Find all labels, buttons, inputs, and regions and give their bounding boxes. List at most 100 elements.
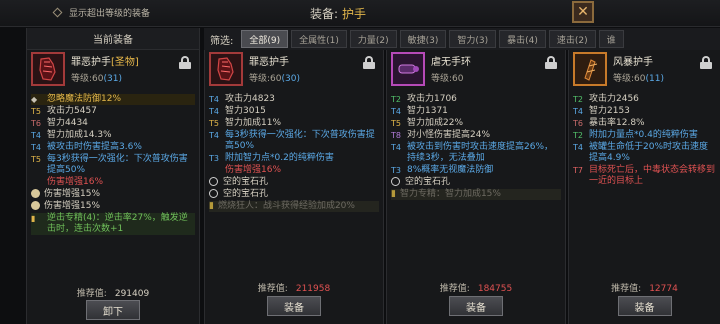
lock-icon[interactable] xyxy=(179,56,191,69)
top-bar: 显示超出等级的装备 装备: 护手 ✕ xyxy=(0,0,720,27)
item-level-prefix: 等级:60 xyxy=(249,74,282,84)
stat-value: 智力2153 xyxy=(589,106,630,116)
item-recommend-label: 推荐值: xyxy=(257,284,288,294)
stat-row: ◆ 忽略魔法防御12% xyxy=(31,94,195,105)
seal-row: ▮ 逆击专精(4)：逆击率27%，触发逆击时，连击次数+1 xyxy=(31,213,195,235)
stat-row: T4 被攻击时伤害提高3.6% xyxy=(31,142,195,153)
stat-row: T4 智力加成14.3% xyxy=(31,130,195,141)
page-title-slot: 护手 xyxy=(342,7,367,21)
seal-value: 智力专精：智力加成15% xyxy=(399,189,501,199)
filter-tab[interactable]: 敏捷(3) xyxy=(399,30,447,48)
gauntlet-icon[interactable] xyxy=(31,52,65,86)
item-recommend: 推荐值: 12774 xyxy=(569,281,720,294)
seal-row: ▮ 智力专精：智力加成15% xyxy=(391,189,561,200)
stat-row: T4 智力3015 xyxy=(209,106,379,117)
filter-tab[interactable]: 智力(3) xyxy=(449,30,497,48)
item-recommend-label: 推荐值: xyxy=(439,284,470,294)
stat-value: 被攻击到伤害时攻击速度提高26%，持续3秒，无法叠加 xyxy=(407,142,554,163)
stat-value: 智力加成22% xyxy=(407,118,464,128)
stat-value: 智力3015 xyxy=(225,106,266,116)
socket-row: 空的宝石孔 xyxy=(209,189,379,200)
stat-row: T5 每3秒获得一次强化：下次普攻伤害提高50% xyxy=(31,154,195,176)
filter-tab[interactable]: 力量(2) xyxy=(349,30,397,48)
stat-row: T2 攻击力2456 xyxy=(573,94,716,105)
stat-tier: T4 xyxy=(31,143,41,152)
stat-tier: T4 xyxy=(391,143,401,152)
diamond-checkbox-icon[interactable] xyxy=(52,7,63,18)
empty-socket-icon xyxy=(209,177,218,186)
item-header: 风暴护手 等级:60(11) xyxy=(569,50,720,94)
gem-icon xyxy=(31,201,40,210)
stat-value: 每3秒获得一次强化：下次普攻伤害提高50% xyxy=(225,130,375,151)
filter-tab[interactable]: 全属性(1) xyxy=(291,30,347,48)
item-level-current: (11) xyxy=(645,74,664,84)
show-over-level-label: 显示超出等级的装备 xyxy=(69,9,151,19)
item-level-prefix: 等级:60 xyxy=(431,74,464,84)
stat-tier: T4 xyxy=(31,131,41,140)
close-icon: ✕ xyxy=(577,4,589,20)
stat-value: 对小怪伤害提高24% xyxy=(407,130,491,140)
lock-icon[interactable] xyxy=(700,56,712,69)
stat-row: 伤害增强16% xyxy=(209,165,379,176)
stat-tier: T7 xyxy=(573,166,583,175)
equip-button[interactable]: 装备 xyxy=(449,296,503,316)
seal-row: ▮ 燃烧狂人：战斗获得经验加成20% xyxy=(209,201,379,212)
stat-tier: T4 xyxy=(209,131,219,140)
filter-tab[interactable]: 谁 xyxy=(598,30,624,48)
candidate-panel-3: 风暴护手 等级:60(11) T2 攻击力2456 T4 智力2153 T6 暴击率12.8%… xyxy=(568,50,720,324)
gauntlet-icon[interactable] xyxy=(209,52,243,86)
stat-tier: T6 xyxy=(31,119,41,128)
stat-value: 附加力量点*0.4的纯粹伤害 xyxy=(589,130,698,140)
filter-tab[interactable]: 全部(9) xyxy=(241,30,289,48)
equip-button[interactable]: 装备 xyxy=(617,296,672,316)
stat-row: 伤害增强16% xyxy=(31,177,195,188)
gem-value: 伤害增强15% xyxy=(44,189,101,199)
item-stats: T2 攻击力1706 T4 智力1371 T5 智力加成22% T8 对小怪伤害提高24% T4… xyxy=(387,94,565,200)
stat-tier: T5 xyxy=(31,107,41,116)
seal-icon: ▮ xyxy=(31,214,36,223)
lock-icon[interactable] xyxy=(363,56,375,69)
current-item-level-prefix: 等级:60 xyxy=(71,74,104,84)
stat-row: T3 附加智力点*0.2的纯粹伤害 xyxy=(209,153,379,164)
stat-tier: T4 xyxy=(209,107,219,116)
page-title: 装备: 护手 xyxy=(310,5,366,22)
current-recommend-label: 推荐值: xyxy=(76,289,107,299)
socket-label: 空的宝石孔 xyxy=(405,177,451,187)
equip-button[interactable]: 装备 xyxy=(267,296,321,316)
stat-tier: T2 xyxy=(391,95,401,104)
stat-tier: T3 xyxy=(391,166,401,175)
stat-value: 攻击力2456 xyxy=(589,94,639,104)
stat-row: T3 8%概率无视魔法防御 xyxy=(391,165,561,176)
storm-icon[interactable] xyxy=(573,52,607,86)
socket-label: 空的宝石孔 xyxy=(223,189,269,199)
empty-socket-icon xyxy=(391,177,400,186)
item-recommend-value: 211958 xyxy=(295,284,331,294)
stat-value: 攻击力5457 xyxy=(47,106,97,116)
current-item-header: 罪恶护手[圣物] 等级:60(31) xyxy=(27,50,199,94)
item-stats: T2 攻击力2456 T4 智力2153 T6 暴击率12.8% T2 附加力量点*0.4的纯… xyxy=(569,94,720,187)
show-over-level-toggle[interactable]: 显示超出等级的装备 xyxy=(52,6,151,19)
item-level: 等级:60(30) xyxy=(249,71,300,84)
stat-value: 智力加成11% xyxy=(225,118,282,128)
item-level-prefix: 等级:60 xyxy=(613,74,646,84)
socket-row: 空的宝石孔 xyxy=(391,177,561,188)
item-header: 罪恶护手 等级:60(30) xyxy=(205,50,383,94)
filter-tab[interactable]: 暴击(4) xyxy=(499,30,546,48)
item-recommend: 推荐值: 211958 xyxy=(205,281,383,294)
close-button[interactable]: ✕ xyxy=(572,1,594,23)
current-equipment-header: 当前装备 xyxy=(27,28,199,50)
filter-tab[interactable]: 速击(2) xyxy=(548,30,596,48)
item-level: 等级:60 xyxy=(431,71,464,84)
stat-row: T5 智力加成11% xyxy=(209,118,379,129)
unequip-button[interactable]: 卸下 xyxy=(86,300,140,320)
current-item-tag: [圣物] xyxy=(111,57,139,68)
stat-tier: T4 xyxy=(391,107,401,116)
stat-row: T4 智力2153 xyxy=(573,106,716,117)
item-recommend-value: 184755 xyxy=(477,284,513,294)
lock-icon[interactable] xyxy=(545,56,557,69)
stat-value: 智力1371 xyxy=(407,106,448,116)
item-recommend: 推荐值: 184755 xyxy=(387,281,565,294)
bracer-icon[interactable] xyxy=(391,52,425,86)
current-item-name-text: 罪恶护手 xyxy=(71,57,111,68)
stat-tier: T6 xyxy=(573,119,583,128)
